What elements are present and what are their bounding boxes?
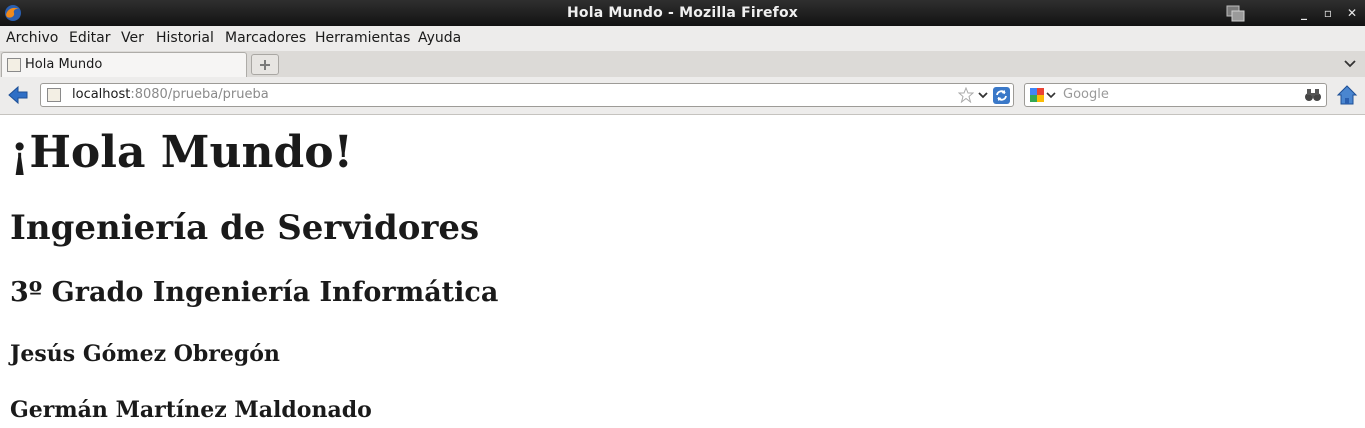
page-content: ¡Hola Mundo! Ingeniería de Servidores 3º… bbox=[0, 115, 1365, 428]
reload-icon[interactable] bbox=[993, 87, 1010, 104]
author-name-1: Jesús Gómez Obregón bbox=[10, 341, 280, 367]
history-dropdown-icon[interactable] bbox=[977, 89, 989, 101]
home-icon[interactable] bbox=[1336, 84, 1358, 106]
page-favicon-icon bbox=[7, 58, 21, 72]
menu-ayuda[interactable]: Ayuda bbox=[418, 30, 461, 46]
search-placeholder: Google bbox=[1063, 87, 1109, 102]
plus-icon bbox=[260, 60, 270, 70]
menu-ver[interactable]: Ver bbox=[121, 30, 144, 46]
binoculars-icon[interactable] bbox=[1304, 87, 1322, 103]
navigation-toolbar: localhost:8080/prueba/prueba Google bbox=[0, 77, 1365, 115]
minimize-button[interactable]: _ bbox=[1296, 5, 1312, 21]
chevron-down-icon[interactable] bbox=[1343, 56, 1357, 70]
tab-hola-mundo[interactable]: Hola Mundo bbox=[1, 52, 247, 77]
bookmark-star-icon[interactable] bbox=[958, 87, 974, 103]
google-engine-icon[interactable] bbox=[1029, 87, 1045, 103]
back-arrow-icon[interactable] bbox=[7, 84, 29, 106]
author-name-2: Germán Martínez Maldonado bbox=[10, 397, 372, 423]
window-titlebar: Hola Mundo - Mozilla Firefox _ ▫ ✕ bbox=[0, 0, 1365, 26]
address-bar[interactable]: localhost:8080/prueba/prueba bbox=[40, 83, 1014, 107]
page-heading-subject: Ingeniería de Servidores bbox=[10, 208, 480, 248]
menu-marcadores[interactable]: Marcadores bbox=[225, 30, 306, 46]
window-title: Hola Mundo - Mozilla Firefox bbox=[566, 5, 799, 21]
menu-bar: Archivo Editar Ver Historial Marcadores … bbox=[0, 26, 1365, 52]
search-bar[interactable]: Google bbox=[1024, 83, 1327, 107]
menu-archivo[interactable]: Archivo bbox=[6, 30, 58, 46]
url-path: :8080/prueba/prueba bbox=[130, 87, 269, 102]
close-button[interactable]: ✕ bbox=[1344, 5, 1360, 21]
menu-editar[interactable]: Editar bbox=[69, 30, 110, 46]
window-stack-icon[interactable] bbox=[1226, 5, 1246, 23]
url-host: localhost bbox=[72, 87, 131, 102]
page-heading-main: ¡Hola Mundo! bbox=[10, 127, 353, 178]
url-text[interactable]: localhost:8080/prueba/prueba bbox=[72, 87, 269, 102]
page-heading-degree: 3º Grado Ingeniería Informática bbox=[10, 277, 499, 308]
maximize-button[interactable]: ▫ bbox=[1320, 5, 1336, 21]
menu-historial[interactable]: Historial bbox=[156, 30, 214, 46]
site-identity-icon bbox=[47, 88, 61, 102]
tab-strip: Hola Mundo bbox=[0, 51, 1365, 78]
menu-herramientas[interactable]: Herramientas bbox=[315, 30, 410, 46]
new-tab-button[interactable] bbox=[251, 54, 279, 75]
tab-label: Hola Mundo bbox=[25, 57, 103, 72]
engine-dropdown-icon[interactable] bbox=[1046, 90, 1056, 100]
